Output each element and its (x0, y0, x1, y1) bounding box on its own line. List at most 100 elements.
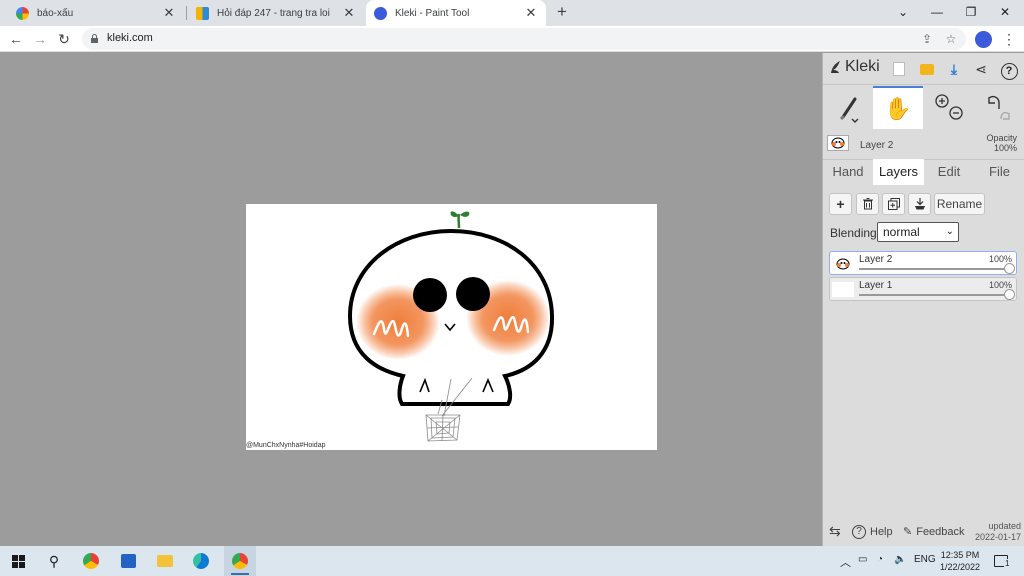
kleki-footer: ⇆ ? Help ✎ Feedback updated 2022-01-17 (823, 519, 1024, 546)
browser-tab-bao-xau[interactable]: báo-xấu ✕ (8, 0, 184, 26)
close-window-button[interactable]: ✕ (988, 0, 1022, 24)
share-icon[interactable]: ⋖ (971, 59, 991, 79)
tab-file[interactable]: File (974, 159, 1024, 185)
close-tab-icon[interactable]: ✕ (342, 5, 356, 21)
help-circle-icon: ? (852, 525, 866, 539)
canvas-watermark: @MunChxNynha#Hoidap (246, 442, 326, 449)
kleki-header: Kleki ⤓ ⋖ ? (823, 53, 1024, 85)
browser-toolbar: ← → ↻ kleki.com ⇪ ☆ (0, 26, 1024, 52)
browser-menu-icon[interactable]: ⋮ (1002, 29, 1016, 49)
merge-down-button[interactable] (908, 193, 931, 215)
notification-icon[interactable]: 1 (990, 551, 1012, 571)
chevron-down-icon: ⌄ (945, 226, 954, 237)
share-page-icon[interactable]: ⇪ (918, 31, 936, 47)
clock-date: 1/22/2022 (939, 562, 981, 572)
wifi-icon[interactable]: ◔ (877, 554, 883, 565)
lock-icon (91, 34, 98, 43)
rename-layer-button[interactable]: Rename (934, 193, 985, 215)
help-link[interactable]: ? Help (852, 525, 893, 539)
opacity-value: 100% (993, 143, 1017, 153)
download-icon[interactable]: ⤓ (944, 59, 964, 79)
tab-divider (186, 6, 187, 20)
url-text: kleki.com (107, 32, 153, 44)
kleki-logo-icon (831, 61, 840, 73)
windows-start-icon[interactable] (7, 551, 29, 571)
new-tab-button[interactable]: + (552, 2, 572, 22)
opacity-slider-handle[interactable] (1004, 263, 1015, 274)
chrome-taskbar-icon[interactable] (80, 551, 102, 571)
address-bar[interactable]: kleki.com ⇪ ☆ (82, 28, 966, 50)
chrome-profile-taskbar-icon[interactable] (229, 551, 251, 571)
updated-label: updated (988, 521, 1021, 531)
close-tab-icon[interactable]: ✕ (162, 5, 176, 21)
minimize-button[interactable]: — (920, 0, 954, 24)
browser-tab-strip: báo-xấu ✕ Hỏi đáp 247 - trang tra loi ✕ … (0, 0, 1024, 26)
language-indicator[interactable]: ENG (914, 554, 936, 565)
edge-icon[interactable] (190, 551, 212, 571)
windows-taskbar: ⚲ ︿ ▭ ◔ 🔈 ENG 12:35 PM 1/22/2022 1 (0, 546, 1024, 576)
tab-title: báo-xấu (37, 7, 74, 19)
tab-hand[interactable]: Hand (823, 159, 873, 185)
tab-layers[interactable]: Layers (873, 159, 924, 185)
feedback-link[interactable]: ✎ Feedback (903, 525, 965, 539)
browser-tab-kleki[interactable]: Kleki - Paint Tool ✕ (366, 0, 546, 26)
layer-row-layer-1[interactable]: Layer 1 100% (829, 277, 1017, 301)
search-icon[interactable]: ⚲ (43, 551, 65, 571)
updated-date: 2022-01-17 (974, 532, 1021, 542)
layer-thumbnail (832, 282, 854, 297)
restore-button[interactable]: ❐ (954, 0, 988, 24)
canvas-workspace[interactable]: @MunChxNynha#Hoidap (0, 53, 822, 546)
tab-edit[interactable]: Edit (924, 159, 974, 185)
back-button[interactable]: ← (6, 29, 26, 49)
file-explorer-icon[interactable] (154, 551, 176, 571)
ghost-thumbnail (836, 258, 850, 270)
chevron-down-icon[interactable]: ⌄ (886, 0, 920, 24)
volume-icon[interactable]: 🔈 (894, 554, 906, 565)
browser-tab-hoidap[interactable]: Hỏi đáp 247 - trang tra loi ✕ (188, 0, 364, 26)
layer-row-layer-2[interactable]: Layer 2 100% (829, 251, 1017, 275)
layer-name: Layer 1 (859, 280, 893, 291)
duplicate-icon (887, 198, 900, 210)
undo-redo-buttons[interactable] (974, 86, 1024, 129)
notification-count: 1 (1004, 559, 1011, 568)
opacity-slider-handle[interactable] (1004, 289, 1015, 300)
zoom-in-out-icon (935, 93, 963, 120)
help-icon[interactable]: ? (999, 59, 1019, 80)
close-tab-icon[interactable]: ✕ (524, 5, 538, 21)
hoidap-favicon-icon (196, 6, 209, 20)
battery-icon[interactable]: ▭ (858, 554, 867, 565)
add-layer-button[interactable]: + (829, 193, 852, 215)
current-layer-thumbnail[interactable] (827, 135, 849, 151)
profile-avatar[interactable] (975, 31, 992, 48)
layer-opacity-slider[interactable] (859, 294, 1009, 296)
panel-tabs: Hand Layers Edit File (823, 159, 1024, 185)
layer-opacity-slider[interactable] (859, 268, 1009, 270)
bookmark-star-icon[interactable]: ☆ (942, 31, 960, 47)
blending-mode-value: normal (883, 225, 920, 239)
layers-pane: + Rename Blending normal ⌄ Layer 2 100% … (823, 185, 1024, 516)
ghost-thumbnail (831, 137, 845, 149)
taskbar-clock[interactable]: 12:35 PM 1/22/2022 (934, 549, 986, 573)
help-label: Help (870, 526, 893, 538)
new-image-icon[interactable] (889, 59, 909, 79)
delete-layer-button[interactable] (856, 193, 879, 215)
active-app-indicator (231, 573, 249, 575)
opacity-label: Opacity (986, 133, 1017, 143)
tab-title: Hỏi đáp 247 - trang tra loi (217, 7, 330, 19)
store-icon[interactable] (117, 551, 139, 571)
brush-tool-button[interactable] (825, 86, 875, 129)
open-folder-icon[interactable] (917, 59, 937, 79)
hand-tool-button[interactable]: ✋ (873, 86, 923, 129)
chevron-up-icon[interactable]: ︿ (840, 554, 851, 570)
feedback-icon: ✎ (903, 526, 913, 538)
reload-button[interactable]: ↻ (54, 29, 74, 49)
drawing-canvas[interactable]: @MunChxNynha#Hoidap (246, 204, 657, 450)
swap-panel-side-icon[interactable]: ⇆ (829, 523, 841, 540)
clock-time: 12:35 PM (940, 550, 980, 560)
forward-button[interactable]: → (30, 29, 50, 49)
zoom-buttons[interactable] (924, 86, 974, 129)
undo-redo-icon (988, 95, 1010, 120)
windows-logo (11, 554, 25, 568)
duplicate-layer-button[interactable] (882, 193, 905, 215)
blending-mode-select[interactable]: normal ⌄ (877, 222, 959, 242)
